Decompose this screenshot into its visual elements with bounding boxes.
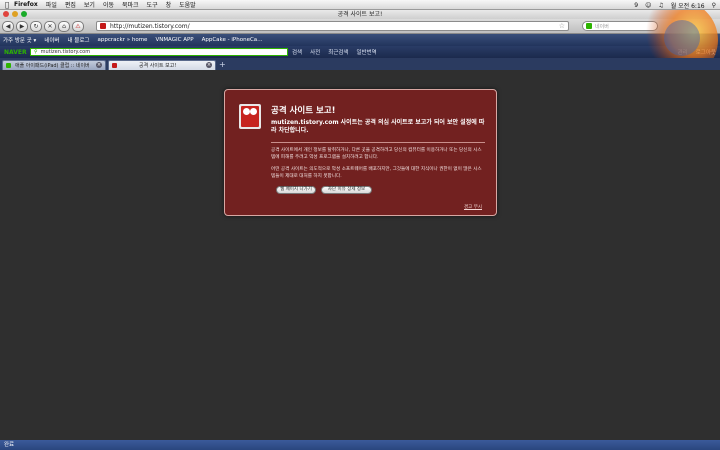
tab-ipad-club[interactable]: 애플 아이패드(iPad) 클럽 :: 네이버 × [2, 60, 106, 70]
site-favicon-icon [100, 23, 106, 29]
menu-tools[interactable]: 도구 [147, 0, 158, 9]
forward-button[interactable]: ▶ [16, 20, 28, 32]
navigation-toolbar: ◀ ▶ ↻ ✕ ⌂ ⚠ http://mutizen.tistory.com/ … [0, 19, 720, 34]
window-controls [3, 11, 27, 17]
bookmarks-bar: 가주 방문 곳 ▾ 네이버 내 블로그 appcrackr » home VNM… [0, 34, 720, 46]
url-text[interactable]: http://mutizen.tistory.com/ [110, 23, 190, 30]
menu-bookmarks[interactable]: 북마크 [122, 0, 139, 9]
apple-icon[interactable]:  [0, 1, 14, 9]
stop-button[interactable]: ✕ [44, 20, 56, 32]
naver-query-text: mutizen.tistory.com [40, 49, 91, 55]
site-identity-button[interactable]: ⚠ [72, 20, 84, 32]
spotlight-icon[interactable]: ⚲ [712, 2, 716, 9]
window-titlebar: 공격 사이트 보고! [0, 10, 720, 19]
blocked-site-icon [239, 104, 261, 129]
warning-paragraph: 어떤 공격 사이트는 의도적으로 악성 소프트웨어를 배포하지만, 그것들에 대… [271, 167, 482, 179]
home-icon: ⌂ [62, 22, 66, 30]
naver-logo[interactable]: NAVER [4, 49, 30, 56]
tab-strip: 애플 아이패드(iPad) 클럽 :: 네이버 × 공격 사이트 보고! × + [0, 58, 720, 70]
naver-recent-search[interactable]: 최근검색 [328, 48, 348, 56]
attack-site-warning: 공격 사이트 보고! mutizen.tistory.com 사이트는 공격 의… [224, 89, 497, 216]
bookmark-appcake[interactable]: AppCake - iPhoneCa… [202, 37, 263, 43]
naver-search-engine-icon[interactable] [586, 23, 592, 29]
warning-headline: mutizen.tistory.com 사이트는 공격 의심 사이트로 보고가 … [271, 119, 485, 134]
why-blocked-button[interactable]: 차단 이유 상세 정보 [321, 186, 372, 194]
tab-attack-site[interactable]: 공격 사이트 보고! × [108, 60, 216, 70]
clock[interactable]: 월 오전 6:16 [671, 1, 705, 10]
reload-icon: ↻ [33, 22, 39, 30]
naver-logout[interactable]: 로그아웃 [696, 48, 716, 56]
volume-icon[interactable]: ♫ [658, 2, 663, 9]
menu-window[interactable]: 창 [166, 0, 172, 9]
naver-dictionary[interactable]: 사전 [310, 48, 320, 56]
tab-label: 공격 사이트 보고! [139, 63, 177, 69]
search-input[interactable]: 네이버 [582, 21, 658, 31]
close-window-icon[interactable] [3, 11, 9, 17]
menu-go[interactable]: 이동 [103, 0, 114, 9]
naver-search-button[interactable]: 검색 [292, 48, 302, 56]
bookmark-naver[interactable]: 네이버 [44, 36, 59, 44]
window-title: 공격 사이트 보고! [337, 11, 383, 18]
zoom-window-icon[interactable] [21, 11, 27, 17]
bookmark-vnmagic[interactable]: VNMAGIC APP [155, 37, 193, 43]
naver-search-input[interactable]: ⚲ mutizen.tistory.com [30, 48, 288, 56]
naver-settings[interactable]: 관리 [678, 48, 688, 56]
bookmark-most-visited[interactable]: 가주 방문 곳 ▾ [3, 36, 36, 44]
minimize-window-icon[interactable] [12, 11, 18, 17]
warning-paragraph: 공격 사이트에서 개인 정보를 탈취하거나, 다른 곳을 공격하려고 당신의 컴… [271, 148, 482, 160]
status-bar: 완료 [0, 440, 720, 450]
tab-label: 애플 아이패드(iPad) 클럽 :: 네이버 [15, 63, 90, 69]
mac-menubar:  Firefox 파일 편집 보기 이동 북마크 도구 창 도움말 9 ☺ ♫… [0, 0, 720, 10]
get-me-out-button[interactable]: 웹 페이지 나가기 [276, 186, 316, 194]
warning-favicon-icon [112, 63, 117, 68]
menu-view[interactable]: 보기 [84, 0, 95, 9]
status-text: 완료 [4, 442, 15, 448]
page-content: 공격 사이트 보고! mutizen.tistory.com 사이트는 공격 의… [0, 70, 720, 440]
reload-button[interactable]: ↻ [30, 20, 42, 32]
menu-file[interactable]: 파일 [46, 0, 57, 9]
menu-help[interactable]: 도움말 [179, 0, 196, 9]
search-placeholder: 네이버 [595, 23, 609, 30]
url-bar[interactable]: http://mutizen.tistory.com/ ☆ [96, 21, 569, 31]
close-tab-icon[interactable]: × [96, 62, 102, 68]
naver-search-magnifier-icon: ⚲ [34, 49, 38, 55]
warning-title: 공격 사이트 보고! [271, 106, 336, 116]
naver-translate[interactable]: 일반번역 [357, 48, 377, 56]
input-indicator[interactable]: 9 [634, 2, 638, 9]
divider [271, 142, 485, 143]
warning-icon: ⚠ [75, 22, 81, 30]
naver-toolbar: NAVER ⚲ mutizen.tistory.com 검색 사전 최근검색 일… [0, 46, 720, 58]
home-button[interactable]: ⌂ [58, 20, 70, 32]
stop-icon: ✕ [47, 22, 53, 30]
bookmark-appcrackr[interactable]: appcrackr » home [98, 37, 148, 43]
back-arrow-icon: ◀ [5, 22, 11, 30]
naver-favicon-icon [6, 63, 11, 68]
forward-arrow-icon: ▶ [19, 22, 25, 30]
back-button[interactable]: ◀ [2, 20, 14, 32]
bookmark-star-icon[interactable]: ☆ [559, 22, 565, 30]
menu-app-name[interactable]: Firefox [14, 1, 38, 8]
menu-edit[interactable]: 편집 [65, 0, 76, 9]
ignore-warning-link[interactable]: 경고 무시 [464, 204, 482, 210]
bookmark-my-blog[interactable]: 내 블로그 [68, 36, 90, 44]
wifi-icon[interactable]: ☺ [645, 2, 651, 9]
close-tab-icon[interactable]: × [206, 62, 212, 68]
new-tab-button[interactable]: + [219, 60, 226, 70]
